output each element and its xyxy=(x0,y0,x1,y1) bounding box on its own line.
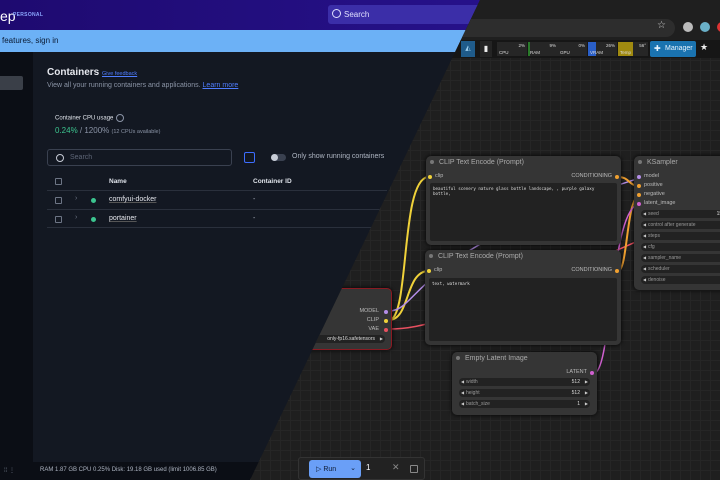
banner-text: features, sign in xyxy=(2,36,59,45)
run-label: Run xyxy=(323,466,337,473)
denoise-widget[interactable]: denoise xyxy=(641,276,720,284)
cpu-note: (12 CPUs available) xyxy=(111,129,161,135)
run-toolbar: ▷ Run ⌄ 1 ✕ xyxy=(298,457,425,480)
columns-icon[interactable] xyxy=(244,152,255,163)
sidebar xyxy=(0,52,33,462)
node-title: Empty Latent Image xyxy=(456,355,528,362)
table-row[interactable]: › comfyui-docker - xyxy=(47,190,387,209)
clip-text-encode-positive-node[interactable]: CLIP Text Encode (Prompt) clip CONDITION… xyxy=(426,156,621,245)
input-negative: negative xyxy=(644,191,665,197)
give-feedback-link[interactable]: Give feedback xyxy=(102,71,137,77)
node-title: KSampler xyxy=(638,159,678,166)
height-widget[interactable]: height512 xyxy=(459,389,590,397)
select-all-checkbox[interactable] xyxy=(55,178,62,185)
search-icon xyxy=(332,9,341,18)
cpu-label-text: Container CPU usage xyxy=(55,115,114,122)
search-icon xyxy=(56,154,64,162)
scheduler-widget[interactable]: scheduler xyxy=(641,265,720,273)
cancel-icon[interactable]: ✕ xyxy=(392,462,400,473)
plan-badge: PERSONAL xyxy=(13,12,44,18)
container-id: - xyxy=(253,215,256,222)
cfg-widget[interactable]: cfg xyxy=(641,243,720,251)
cpu-total: 1200% xyxy=(84,126,110,135)
table-row[interactable]: › portainer - xyxy=(47,209,387,228)
chevron-right-icon[interactable]: › xyxy=(75,214,77,221)
output-model: MODEL xyxy=(359,308,379,314)
column-header-name[interactable]: Name xyxy=(109,178,127,185)
row-checkbox[interactable] xyxy=(55,197,62,204)
input-clip: clip xyxy=(435,173,444,179)
status-dot xyxy=(91,217,96,222)
learn-more-link[interactable]: Learn more xyxy=(203,82,239,89)
cpu-value: 0.24% xyxy=(55,126,78,135)
sampler-name-widget[interactable]: sampler_name xyxy=(641,254,720,262)
output-conditioning: CONDITIONING xyxy=(571,267,612,273)
sidebar-item-containers[interactable] xyxy=(0,76,23,90)
batch-count-input[interactable]: 1 xyxy=(366,463,370,472)
page-subtitle: View all your running containers and app… xyxy=(47,82,238,89)
container-name[interactable]: portainer xyxy=(109,215,137,222)
steps-widget[interactable]: steps xyxy=(641,232,720,240)
global-search[interactable]: Search xyxy=(328,5,488,24)
status-dot xyxy=(91,198,96,203)
running-only-toggle[interactable] xyxy=(271,154,286,161)
grip-icon: ⁞⁞ ⋮ xyxy=(4,468,16,474)
prompt-textarea[interactable]: text, watermark xyxy=(429,278,617,341)
node-title: CLIP Text Encode (Prompt) xyxy=(429,253,523,260)
resource-usage: RAM 1.87 GB CPU 0.25% Disk: 19.18 GB use… xyxy=(40,467,217,473)
clip-text-encode-negative-node[interactable]: CLIP Text Encode (Prompt) clip CONDITION… xyxy=(425,250,621,345)
chevron-down-icon[interactable]: ⌄ xyxy=(350,464,356,472)
seed-widget[interactable]: seed156 xyxy=(641,210,720,218)
batch-size-widget[interactable]: batch_size1 xyxy=(459,400,590,408)
output-conditioning: CONDITIONING xyxy=(571,173,612,179)
width-widget[interactable]: width512 xyxy=(459,378,590,386)
input-clip: clip xyxy=(434,267,443,273)
stop-icon[interactable] xyxy=(410,465,418,473)
prompt-textarea[interactable]: beautiful scenery nature glass bottle la… xyxy=(430,183,617,241)
container-name[interactable]: comfyui-docker xyxy=(109,196,156,203)
container-search-input[interactable]: Search xyxy=(47,149,232,166)
empty-latent-image-node[interactable]: Empty Latent Image LATENT width512 heigh… xyxy=(452,352,597,415)
search-placeholder: Search xyxy=(344,10,370,19)
node-title: CLIP Text Encode (Prompt) xyxy=(430,159,524,166)
output-vae: VAE xyxy=(368,326,379,332)
info-icon[interactable] xyxy=(116,114,125,122)
subtitle-text: View all your running containers and app… xyxy=(47,82,201,89)
ksampler-node[interactable]: KSampler model positive negative latent_… xyxy=(634,156,720,290)
chevron-right-icon[interactable]: › xyxy=(75,195,77,202)
page-title: Containers xyxy=(47,67,100,78)
input-latent-image: latent_image xyxy=(644,200,676,206)
cpu-usage-label: Container CPU usage xyxy=(55,114,125,122)
control-after-generate-widget[interactable]: control after generate xyxy=(641,221,720,229)
output-latent: LATENT xyxy=(566,369,587,375)
row-checkbox[interactable] xyxy=(55,216,62,223)
container-id: - xyxy=(253,196,256,203)
input-model: model xyxy=(644,173,659,179)
output-clip: CLIP xyxy=(366,317,379,323)
column-header-container-id[interactable]: Container ID xyxy=(253,178,292,185)
toggle-label: Only show running containers xyxy=(292,153,385,160)
cpu-usage-value: 0.24% / 1200% (12 CPUs available) xyxy=(55,126,160,135)
input-positive: positive xyxy=(644,182,663,188)
search-placeholder: Search xyxy=(70,154,93,161)
run-button[interactable]: ▷ Run ⌄ xyxy=(309,460,361,478)
